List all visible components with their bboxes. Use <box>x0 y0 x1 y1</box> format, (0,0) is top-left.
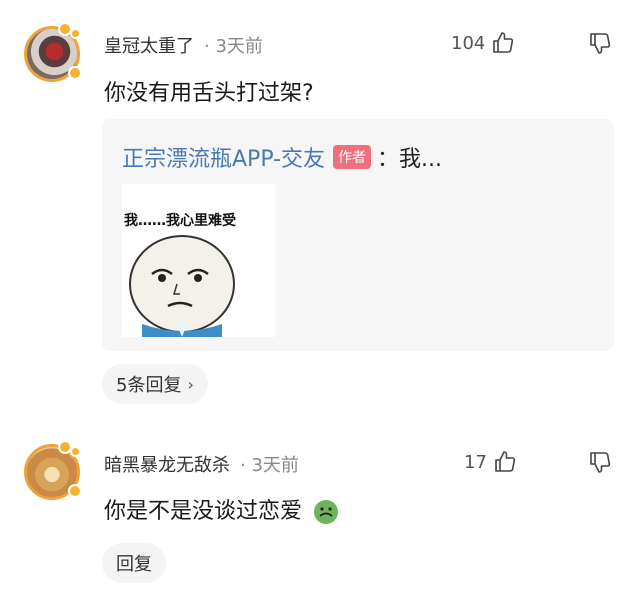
sad-face-sticker-icon <box>129 235 235 337</box>
quoted-reply[interactable]: 正宗漂流瓶APP-交友 作者 ：我... 我……我心里难受 <box>102 119 614 351</box>
thumbs-up-icon[interactable] <box>491 31 515 55</box>
comment-meta: 皇冠太重了 · 3天前 <box>104 32 263 58</box>
dislike-button[interactable] <box>588 450 612 478</box>
like-button[interactable]: 17 <box>464 450 517 474</box>
quoted-author-link[interactable]: 正宗漂流瓶APP-交友 <box>122 141 325 173</box>
like-count: 17 <box>464 451 487 473</box>
nauseated-face-emoji <box>314 500 339 524</box>
thumbs-up-icon[interactable] <box>493 450 517 474</box>
comment-text: 你没有用舌头打过架? <box>104 81 314 106</box>
dislike-button[interactable] <box>588 31 612 59</box>
thumbs-down-icon[interactable] <box>588 450 612 474</box>
comment-time: · 3天前 <box>204 36 263 57</box>
comment-text-content: 你是不是没谈过恋爱 <box>104 499 303 524</box>
view-replies-button[interactable]: 5条回复 › <box>102 364 208 404</box>
thumbs-down-icon[interactable] <box>588 31 612 55</box>
username[interactable]: 暗黑暴龙无敌杀 <box>104 455 230 476</box>
comment-time: · 3天前 <box>240 455 299 476</box>
sticker-image[interactable]: 我……我心里难受 <box>122 184 275 337</box>
avatar-badge-icon <box>68 484 82 498</box>
comment-meta: 暗黑暴龙无敌杀 · 3天前 <box>104 451 299 477</box>
like-count: 104 <box>451 32 486 54</box>
like-button[interactable]: 104 <box>451 31 515 55</box>
avatar-container[interactable] <box>24 440 84 500</box>
chevron-right-icon: › <box>187 374 194 394</box>
reply-button[interactable]: 回复 <box>102 543 166 583</box>
avatar-container[interactable] <box>24 22 84 82</box>
author-badge: 作者 <box>333 145 372 169</box>
avatar-badge-icon <box>70 28 81 39</box>
avatar-badge-icon <box>68 66 82 80</box>
quoted-reply-header: 正宗漂流瓶APP-交友 作者 ：我... <box>122 141 442 173</box>
view-replies-label: 5条回复 <box>116 375 182 396</box>
reply-label: 回复 <box>116 554 152 575</box>
avatar-badge-icon <box>70 446 81 457</box>
quoted-text: ：我... <box>377 147 443 172</box>
username[interactable]: 皇冠太重了 <box>104 36 194 57</box>
comment-text: 你是不是没谈过恋爱 <box>104 493 339 525</box>
